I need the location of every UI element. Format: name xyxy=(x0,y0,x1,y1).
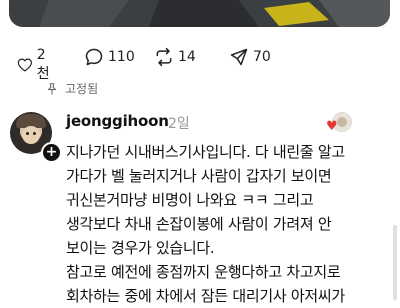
comment-line: 지나가던 시내버스기사입니다. 다 내린줄 알고 xyxy=(66,143,345,161)
share-button[interactable]: 70 xyxy=(229,47,271,67)
liked-heart-icon: ♥ xyxy=(326,119,338,134)
comment-line: 생각보다 차내 손잡이봉에 사람이 가려져 안 xyxy=(66,215,332,233)
follow-plus-icon[interactable]: + xyxy=(41,142,62,163)
post-media-image[interactable] xyxy=(9,0,390,27)
media-thumbnail-graphic xyxy=(9,0,390,27)
like-button[interactable]: 2천 xyxy=(17,47,54,83)
repost-button[interactable]: 14 xyxy=(154,47,196,67)
comment-button[interactable]: 110 xyxy=(84,47,135,67)
comment-timestamp: 2일 xyxy=(168,116,190,132)
comment-line: 보이는 경우가 있습니다. xyxy=(66,239,215,257)
scrollbar[interactable] xyxy=(393,225,397,300)
pin-icon xyxy=(47,82,57,95)
comment-username[interactable]: jeonggihoon xyxy=(66,112,169,130)
share-icon xyxy=(230,48,248,66)
comment-body: 지나가던 시내버스기사입니다. 다 내린줄 알고 가다가 벨 눌러지거나 사람이… xyxy=(66,140,392,308)
repost-icon xyxy=(156,47,172,67)
like-count: 2천 xyxy=(36,47,50,82)
repost-count: 14 xyxy=(178,49,196,65)
comment-line: 회차하는 중에 차에서 잠든 대리기사 아저씨가 xyxy=(66,287,345,305)
comment-line: 가다가 벨 눌러지거나 사람이 갑자기 보이면 xyxy=(66,167,332,185)
heart-icon xyxy=(17,58,33,72)
comment-line: 참고로 예전에 종점까지 운행다하고 차고지로 xyxy=(66,263,341,281)
pinned-indicator: 고정됨 xyxy=(45,80,98,97)
share-count: 70 xyxy=(253,49,271,65)
author-liked-badge: ♥ xyxy=(326,112,352,136)
comment-icon xyxy=(85,48,103,66)
comment-count: 110 xyxy=(108,49,135,65)
pinned-label: 고정됨 xyxy=(65,82,99,96)
comment-line: 귀신본거마냥 비명이 나와요 ㅋㅋ 그리고 xyxy=(66,191,314,209)
